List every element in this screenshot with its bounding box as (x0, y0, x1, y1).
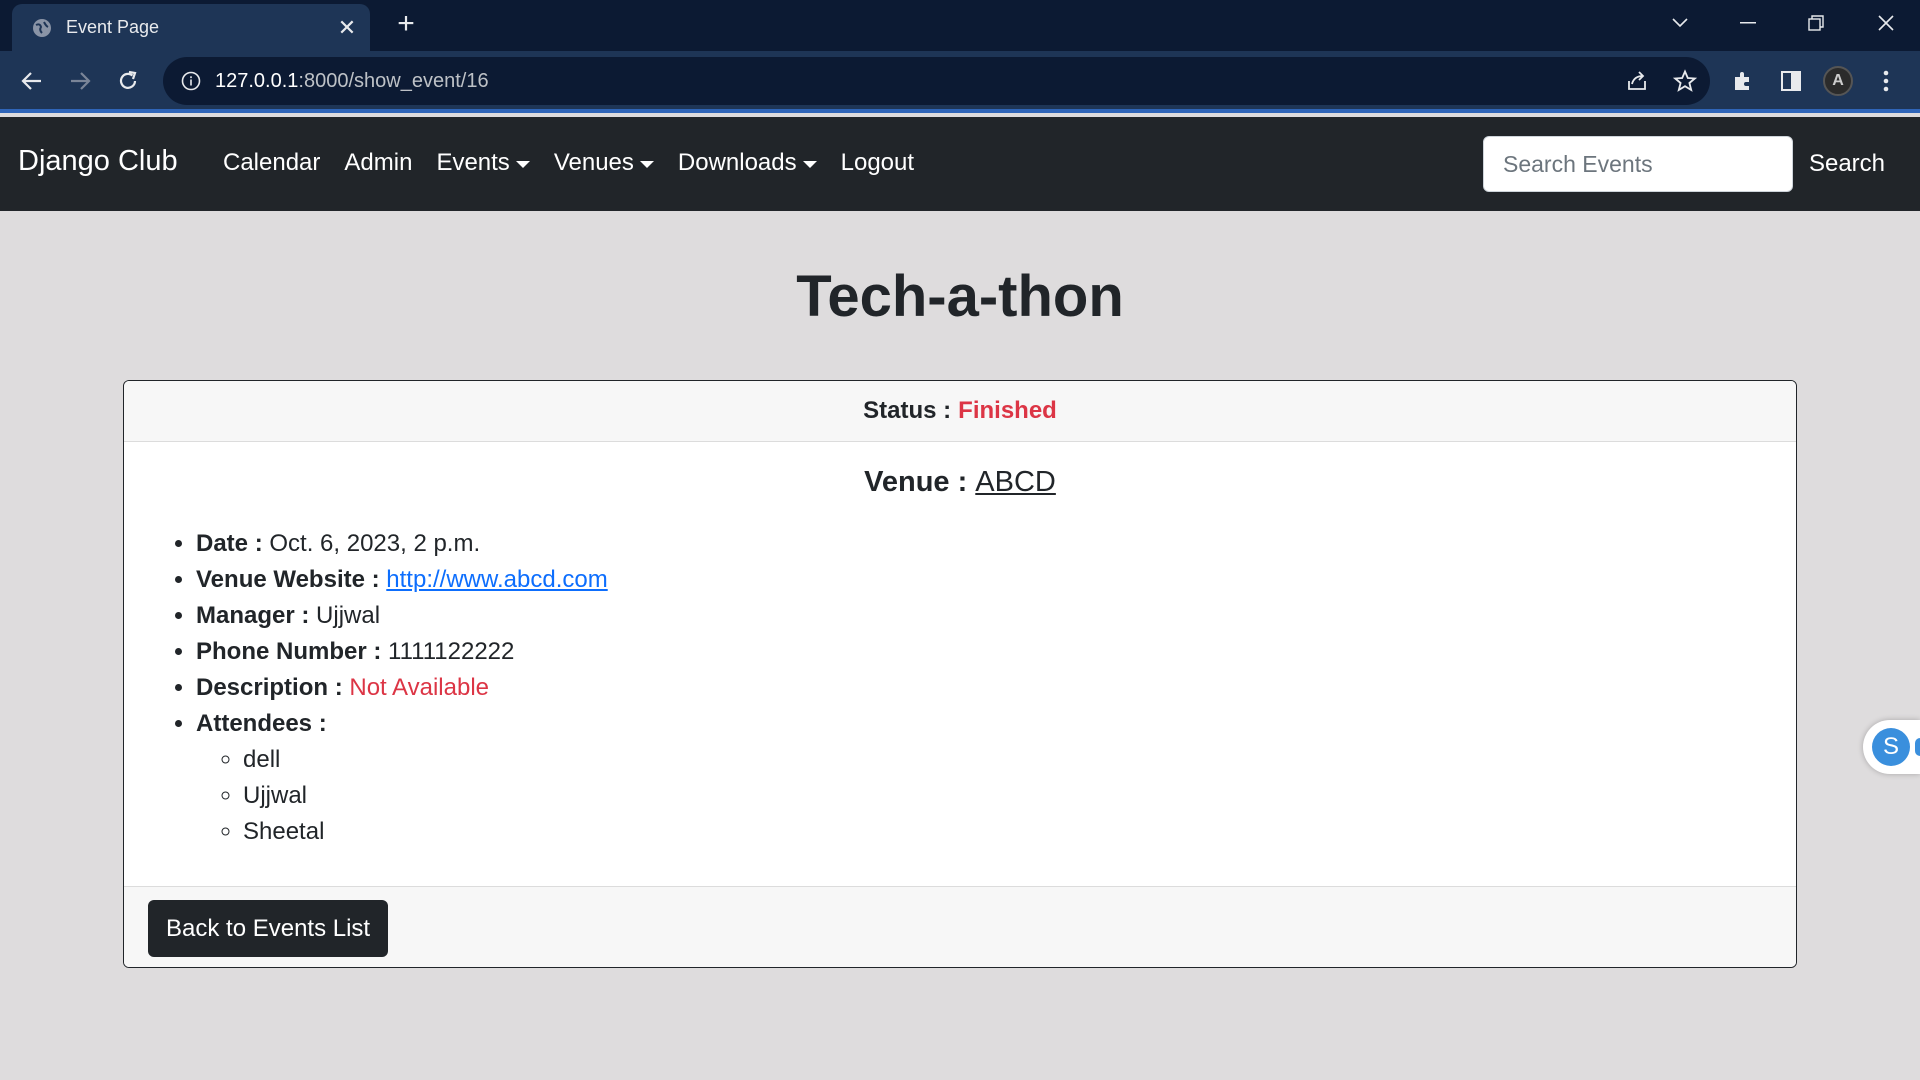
forward-arrow-icon[interactable] (62, 63, 98, 99)
page-title: Tech-a-thon (796, 264, 1124, 329)
kebab-menu-icon[interactable] (1870, 65, 1902, 97)
url-text: 127.0.0.1:8000/show_event/16 (215, 69, 489, 92)
list-item-description: Description : Not Available (196, 670, 608, 706)
browser-tab[interactable]: Event Page ✕ (12, 4, 370, 51)
sidebar-icon[interactable] (1775, 65, 1807, 97)
attendees-list: dell Ujjwal Sheetal (243, 742, 608, 850)
star-icon[interactable] (1671, 67, 1699, 95)
list-item-attendees: Attendees : dell Ujjwal Sheetal (196, 706, 608, 845)
nav-link-calendar[interactable]: Calendar (223, 149, 320, 177)
caret-down-icon (802, 160, 817, 168)
back-arrow-icon[interactable] (14, 63, 50, 99)
attendee-item: dell (243, 742, 608, 778)
status-label: Status : (863, 397, 952, 424)
browser-tab-bar: Event Page ✕ + (0, 0, 1920, 51)
profile-avatar-icon[interactable]: A (1822, 65, 1854, 97)
attendee-item: Ujjwal (243, 778, 608, 814)
browser-toolbar: 127.0.0.1:8000/show_event/16 A (0, 51, 1920, 113)
status-value: Finished (958, 397, 1057, 424)
event-details-list: Date : Oct. 6, 2023, 2 p.m. Venue Websit… (196, 526, 608, 845)
caret-down-icon (515, 160, 530, 168)
widget-edge-icon (1915, 738, 1920, 756)
share-icon[interactable] (1623, 67, 1651, 95)
tab-title: Event Page (66, 17, 160, 37)
list-item-website: Venue Website : http://www.abcd.com (196, 562, 608, 598)
back-to-events-button[interactable]: Back to Events List (148, 900, 389, 957)
app-navbar: Django Club Calendar Admin Events Venues… (0, 117, 1920, 211)
search-input[interactable] (1483, 136, 1793, 192)
plus-icon[interactable]: + (390, 8, 422, 40)
list-item-manager: Manager : Ujjwal (196, 598, 608, 634)
nav-dropdown-venues[interactable]: Venues (554, 149, 654, 177)
info-icon[interactable] (179, 69, 203, 93)
list-item-date: Date : Oct. 6, 2023, 2 p.m. (196, 526, 608, 562)
close-icon[interactable]: ✕ (332, 15, 362, 41)
nav-dropdown-downloads[interactable]: Downloads (678, 149, 817, 177)
chevron-down-icon[interactable] (1660, 8, 1700, 38)
puzzle-icon[interactable] (1727, 65, 1759, 97)
brand-link[interactable]: Django Club (18, 145, 178, 178)
reload-icon[interactable] (110, 63, 146, 99)
restore-icon[interactable] (1796, 8, 1836, 38)
nav-dropdown-events[interactable]: Events (436, 149, 530, 177)
nav-link-admin[interactable]: Admin (344, 149, 412, 177)
list-item-phone: Phone Number : 1111122222 (196, 634, 608, 670)
nav-links: Calendar Admin Events Venues Downloads L… (223, 149, 938, 177)
s-logo-icon: S (1872, 728, 1910, 766)
globe-icon (32, 18, 52, 38)
address-bar[interactable]: 127.0.0.1:8000/show_event/16 (163, 57, 1710, 105)
search-button[interactable]: Search (1792, 136, 1902, 192)
venue-heading: Venue : ABCD (124, 466, 1796, 499)
nav-link-logout[interactable]: Logout (841, 149, 914, 177)
minimize-icon[interactable] (1728, 8, 1768, 38)
attendee-item: Sheetal (243, 814, 608, 850)
event-card: Status : Finished Venue :ABCD Date : Oct… (123, 380, 1797, 968)
floating-side-widget[interactable]: S (1863, 720, 1920, 774)
card-header: Status : Finished (124, 381, 1796, 442)
venue-label: Venue : (864, 466, 968, 498)
venue-website-link[interactable]: http://www.abcd.com (386, 566, 607, 593)
caret-down-icon (639, 160, 654, 168)
venue-link[interactable]: ABCD (975, 466, 1056, 498)
card-footer: Back to Events List (124, 886, 1796, 967)
window-close-icon[interactable] (1866, 8, 1906, 38)
card-body: Venue :ABCD Date : Oct. 6, 2023, 2 p.m. … (124, 442, 1796, 886)
